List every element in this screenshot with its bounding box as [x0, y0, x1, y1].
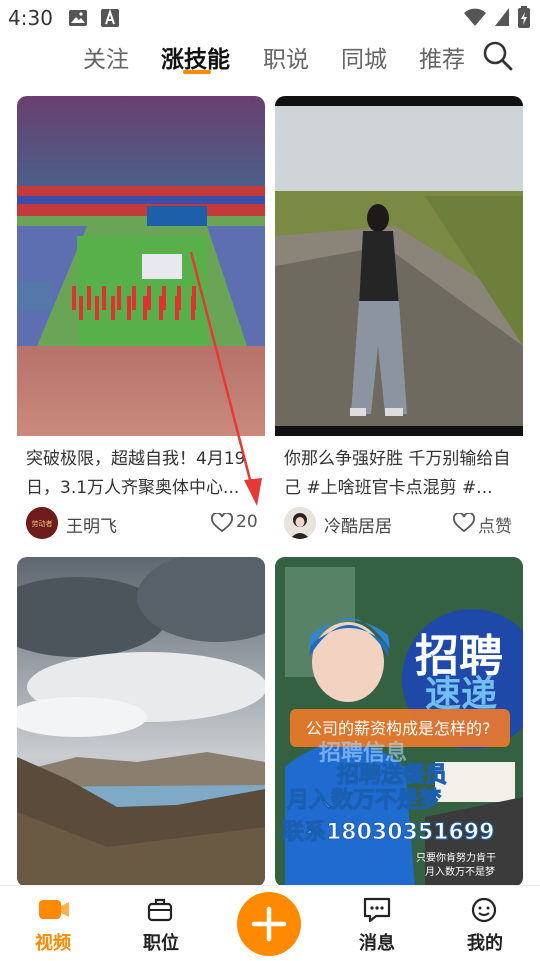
battery-icon — [518, 6, 530, 28]
ad-small-line: 月入数万不是梦 — [425, 867, 495, 878]
image-icon — [69, 10, 87, 26]
tab-recommend[interactable]: 推荐 — [419, 40, 465, 74]
create-post-button[interactable] — [237, 892, 301, 956]
tab-skills[interactable]: 涨技能 — [161, 40, 230, 74]
avatar[interactable] — [284, 507, 316, 539]
video-card[interactable]: 你那么争强好胜 千万别输给自己 #上啥班官卡点混剪 #... 冷酷居居 点赞 — [275, 96, 523, 548]
nav-me[interactable]: 我的 — [440, 886, 530, 961]
status-bar: 4:30 — [0, 0, 540, 36]
ad-line: 月入数万不是梦 — [286, 788, 442, 814]
profile-icon — [471, 897, 497, 923]
avatar-image: 劳动者 — [26, 507, 58, 539]
plus-icon — [251, 906, 287, 942]
video-camera-icon — [39, 900, 69, 919]
message-icon — [363, 897, 391, 923]
nav-video[interactable]: 视频 — [8, 886, 98, 961]
search-icon[interactable] — [482, 40, 514, 72]
text-a-icon — [101, 9, 119, 27]
tab-career-talk[interactable]: 职说 — [263, 40, 309, 74]
like-label[interactable]: 点赞 — [478, 512, 512, 537]
nav-messages[interactable]: 消息 — [332, 886, 422, 961]
author-name[interactable]: 冷酷居居 — [324, 512, 392, 537]
video-title: 突破极限，超越自我！4月19日，3.1万人齐聚奥体中心... — [26, 449, 246, 498]
video-card[interactable]: 招聘 速递 公司的薪资构成是怎样的? 招聘信息 招聘送餐员 月入数万不是梦 联系… — [275, 557, 523, 887]
cellular-icon — [495, 8, 509, 26]
video-thumbnail — [17, 557, 265, 887]
nav-label: 视频 — [35, 933, 71, 954]
recruit-headline: 招聘 — [415, 631, 503, 682]
nav-label: 我的 — [467, 933, 503, 954]
briefcase-icon — [147, 898, 173, 922]
video-thumbnail — [275, 96, 523, 436]
wifi-icon — [464, 8, 486, 26]
like-count: 20 — [236, 512, 258, 532]
video-thumbnail — [17, 96, 265, 436]
tab-follow[interactable]: 关注 — [83, 40, 129, 74]
nav-label: 职位 — [143, 933, 179, 954]
author-name[interactable]: 王明飞 — [66, 512, 117, 537]
video-card[interactable] — [17, 557, 265, 887]
heart-icon[interactable] — [211, 513, 233, 533]
ad-small-line: 只要你肯努力肯干 — [416, 853, 496, 864]
nav-jobs[interactable]: 职位 — [116, 886, 206, 961]
video-card[interactable]: 突破极限，超越自我！4月19日，3.1万人齐聚奥体中心... 劳动者 王明飞 2… — [17, 96, 265, 548]
heart-icon[interactable] — [453, 513, 475, 533]
recruit-subheadline: 速递 — [425, 674, 498, 715]
nav-label: 消息 — [359, 933, 395, 954]
category-tabs: 关注 涨技能 职说 同城 推荐 — [0, 38, 540, 78]
svg-text:劳动者: 劳动者 — [32, 519, 53, 528]
avatar[interactable]: 劳动者 — [26, 507, 58, 539]
tab-local[interactable]: 同城 — [341, 40, 387, 74]
ad-phone: 联系18030351699 — [281, 820, 495, 846]
active-tab-indicator — [183, 70, 211, 74]
status-time: 4:30 — [8, 6, 53, 30]
avatar-image — [284, 507, 316, 539]
video-title: 你那么争强好胜 千万别输给自己 #上啥班官卡点混剪 #... — [284, 449, 511, 498]
